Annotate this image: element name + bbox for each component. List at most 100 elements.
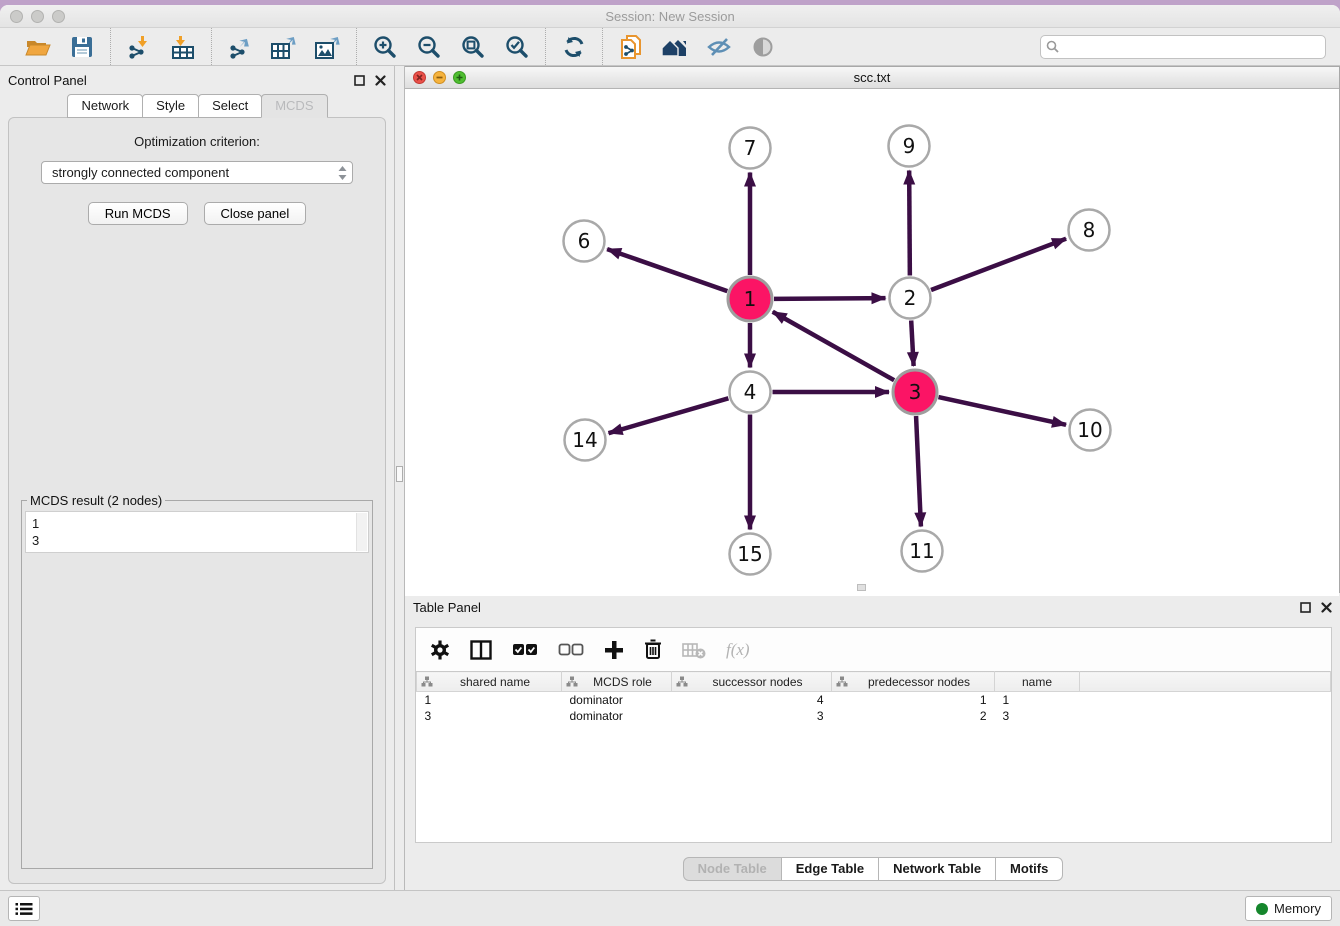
graph-edge-3-1[interactable] [773, 312, 894, 380]
tab-mcds[interactable]: MCDS [261, 94, 327, 118]
zoom-out-icon [417, 35, 441, 59]
graph-node-label-2: 2 [904, 286, 917, 310]
show-hide-details-button[interactable] [747, 33, 779, 61]
graph-node-label-9: 9 [903, 134, 916, 158]
cell-predecessor-nodes[interactable]: 1 [832, 692, 995, 708]
tab-select[interactable]: Select [198, 94, 262, 118]
graph-edge-1-6[interactable] [607, 249, 727, 291]
toggle-graphics-details-button[interactable] [703, 33, 735, 61]
column-header-name[interactable]: name [995, 672, 1080, 692]
memory-button[interactable]: Memory [1245, 896, 1332, 921]
delete-row-button trash-icon[interactable] [644, 639, 662, 660]
graph-node-label-11: 11 [909, 539, 934, 563]
cell-name[interactable]: 3 [995, 708, 1080, 724]
graph-node-label-7: 7 [744, 136, 757, 160]
table-panel-tabbar: Node Table Edge Table Network Table Moti… [405, 857, 1340, 881]
cell-successor-nodes[interactable]: 4 [672, 692, 832, 708]
control-panel: Control Panel Network Style Select MCDS [0, 66, 394, 890]
zoom-out-button[interactable] [413, 33, 445, 61]
graph-edge-3-11[interactable] [916, 416, 921, 527]
tab-node-table[interactable]: Node Table [683, 857, 782, 881]
add-row-button plus-icon[interactable] [604, 640, 624, 660]
zoom-fit-button[interactable] [457, 33, 489, 61]
column-header-successor-nodes[interactable]: successor nodes [672, 672, 832, 692]
column-header-mcds-role[interactable]: MCDS role [562, 672, 672, 692]
eye-slash-icon [706, 36, 732, 58]
columns-button columns-icon[interactable] [470, 640, 492, 660]
import-network-button[interactable] [123, 33, 155, 61]
save-session-button[interactable] [66, 33, 98, 61]
network-canvas[interactable]: 1234678910111415 [405, 89, 1339, 596]
function-builder-button fx-icon: f(x) [726, 640, 750, 660]
titlebar: Session: New Session [0, 5, 1340, 28]
tab-network[interactable]: Network [67, 94, 143, 118]
tab-network-table[interactable]: Network Table [878, 857, 996, 881]
apply-layout-button[interactable] [558, 33, 590, 61]
close-panel-button[interactable]: Close panel [204, 202, 307, 225]
table-panel-title: Table Panel [413, 600, 1300, 615]
mcds-result-scrollbar[interactable] [356, 513, 367, 551]
splitter-handle[interactable] [396, 466, 403, 482]
criterion-select[interactable]: strongly connected component [41, 161, 353, 184]
export-table-button[interactable] [268, 33, 300, 61]
list-icon [15, 902, 33, 916]
unselect-all-button unchecked-boxes-icon[interactable] [558, 643, 584, 657]
search-icon [1046, 40, 1059, 53]
column-header-shared-name[interactable]: shared name [417, 672, 562, 692]
import-network-icon [127, 35, 151, 59]
network-bottom-handle[interactable] [857, 584, 866, 591]
mcds-result-list[interactable]: 1 3 [25, 511, 369, 553]
export-network-button[interactable] [224, 33, 256, 61]
import-table-button[interactable] [167, 33, 199, 61]
network-frame-titlebar[interactable]: scc.txt [405, 67, 1339, 89]
clone-network-button[interactable] [615, 33, 647, 61]
graph-edge-2-9[interactable] [909, 170, 910, 275]
column-header-predecessor-nodes[interactable]: predecessor nodes [832, 672, 995, 692]
open-session-button[interactable] [22, 33, 54, 61]
clear-table-button table-x-icon [682, 641, 706, 659]
tab-motifs[interactable]: Motifs [995, 857, 1063, 881]
eye-icon [751, 36, 775, 58]
search-input[interactable] [1040, 35, 1326, 59]
zoom-selected-button[interactable] [501, 33, 533, 61]
panel-splitter[interactable] [394, 66, 405, 890]
cell-name[interactable]: 1 [995, 692, 1080, 708]
task-history-button[interactable] [8, 896, 40, 921]
network-frame: scc.txt 1234678910111415 [405, 66, 1340, 593]
float-table-panel-icon[interactable] [1300, 602, 1311, 613]
float-panel-icon[interactable] [354, 75, 365, 86]
graph-edge-3-10[interactable] [938, 397, 1066, 425]
close-panel-icon[interactable] [375, 75, 386, 86]
zoom-in-button[interactable] [369, 33, 401, 61]
column-header-filler [1080, 672, 1331, 692]
memory-label: Memory [1274, 901, 1321, 916]
table-settings-button gear-icon[interactable] [430, 640, 450, 660]
cell-successor-nodes[interactable]: 3 [672, 708, 832, 724]
table-panel: Table Panel [405, 593, 1340, 890]
export-network-icon [228, 35, 252, 59]
table-row[interactable]: 3 dominator 3 2 3 [417, 708, 1331, 724]
cell-mcds-role[interactable]: dominator [562, 708, 672, 724]
run-mcds-button[interactable]: Run MCDS [88, 202, 188, 225]
tab-style[interactable]: Style [142, 94, 199, 118]
tab-edge-table[interactable]: Edge Table [781, 857, 879, 881]
graph-edge-1-2[interactable] [774, 298, 886, 299]
network-overview-button[interactable] [659, 33, 691, 61]
import-table-icon [171, 35, 195, 59]
cell-mcds-role[interactable]: dominator [562, 692, 672, 708]
network-graph[interactable]: 1234678910111415 [405, 89, 1338, 593]
cell-shared-name[interactable]: 3 [417, 708, 562, 724]
close-table-panel-icon[interactable] [1321, 602, 1332, 613]
clone-network-icon [619, 34, 643, 60]
export-image-button[interactable] [312, 33, 344, 61]
mcds-result-line: 3 [32, 532, 362, 549]
graph-edge-2-8[interactable] [931, 239, 1066, 290]
main-toolbar [0, 28, 1340, 66]
graph-edge-2-3[interactable] [911, 320, 913, 366]
graph-node-label-6: 6 [578, 229, 591, 253]
graph-edge-4-14[interactable] [609, 398, 729, 433]
cell-shared-name[interactable]: 1 [417, 692, 562, 708]
table-row[interactable]: 1 dominator 4 1 1 [417, 692, 1331, 708]
cell-predecessor-nodes[interactable]: 2 [832, 708, 995, 724]
select-all-button checked-boxes-icon[interactable] [512, 643, 538, 657]
